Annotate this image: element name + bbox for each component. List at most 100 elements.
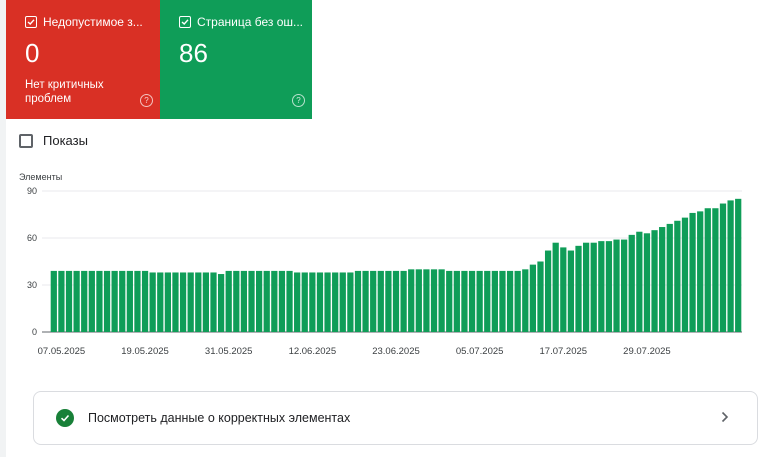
- chart-bar[interactable]: [476, 270, 483, 332]
- chart-bar[interactable]: [643, 233, 651, 332]
- chart-bar[interactable]: [187, 272, 194, 332]
- chart-bar[interactable]: [400, 270, 407, 332]
- chart-bar[interactable]: [179, 272, 187, 332]
- chart-bar[interactable]: [309, 272, 316, 332]
- chart-bar[interactable]: [689, 212, 696, 332]
- chart-bar[interactable]: [575, 245, 582, 332]
- chart-bar[interactable]: [256, 270, 263, 332]
- chart-bar[interactable]: [659, 227, 666, 332]
- chart-bar[interactable]: [370, 270, 377, 332]
- chart-bar[interactable]: [446, 270, 453, 332]
- chart-bar[interactable]: [392, 270, 400, 332]
- chart-bar[interactable]: [278, 270, 286, 332]
- chart-bar[interactable]: [468, 270, 476, 332]
- chart-bar[interactable]: [263, 270, 270, 332]
- chart-bar[interactable]: [651, 230, 658, 332]
- impressions-toggle[interactable]: Показы: [19, 133, 88, 148]
- chart-bar[interactable]: [271, 270, 278, 332]
- chart-bar[interactable]: [484, 270, 491, 332]
- chart-bar[interactable]: [119, 270, 126, 332]
- chart-bar[interactable]: [50, 270, 57, 332]
- chart-bar[interactable]: [681, 217, 689, 332]
- chart-bar[interactable]: [719, 203, 727, 332]
- chart-bar[interactable]: [674, 220, 681, 332]
- chart-bar[interactable]: [157, 272, 164, 332]
- chart-bar[interactable]: [332, 272, 339, 332]
- view-valid-items-link[interactable]: Посмотреть данные о корректных элементах: [33, 391, 758, 445]
- chart-bar[interactable]: [514, 270, 521, 332]
- checkbox-checked-icon[interactable]: [25, 16, 37, 28]
- chart-bar[interactable]: [529, 264, 536, 332]
- chart-bar[interactable]: [697, 211, 704, 332]
- chart-bar[interactable]: [210, 272, 217, 332]
- chart-bar[interactable]: [202, 272, 210, 332]
- chart-bar[interactable]: [613, 239, 620, 332]
- chart-bar[interactable]: [491, 270, 498, 332]
- chart-bar[interactable]: [81, 270, 88, 332]
- chart-bar[interactable]: [415, 269, 422, 332]
- chart-bar[interactable]: [96, 270, 103, 332]
- chart-bar[interactable]: [560, 247, 567, 332]
- chart-bar[interactable]: [567, 250, 575, 332]
- chart-bar[interactable]: [240, 270, 248, 332]
- invalid-card[interactable]: Недопустимое з... 0 Нет критичных пробле…: [6, 0, 160, 119]
- chart-bar[interactable]: [134, 270, 141, 332]
- chart-bar[interactable]: [195, 272, 202, 332]
- chart-bar[interactable]: [324, 272, 331, 332]
- chart-bar[interactable]: [339, 272, 346, 332]
- chart-bar[interactable]: [377, 270, 384, 332]
- chart-bar[interactable]: [225, 270, 232, 332]
- chart-bar[interactable]: [666, 223, 673, 332]
- impressions-checkbox[interactable]: [19, 133, 33, 148]
- chart-bar[interactable]: [453, 270, 460, 332]
- chart-bar[interactable]: [735, 198, 742, 332]
- chart-bar[interactable]: [88, 270, 95, 332]
- chart-bar[interactable]: [164, 272, 171, 332]
- chart-bar[interactable]: [552, 242, 559, 332]
- chart-bar[interactable]: [544, 250, 552, 332]
- chart-bar[interactable]: [582, 242, 590, 332]
- chart-bar[interactable]: [347, 272, 354, 332]
- chart-bar[interactable]: [598, 241, 605, 332]
- chart-bar[interactable]: [712, 208, 719, 332]
- chart-bar[interactable]: [499, 270, 506, 332]
- chart-bar[interactable]: [438, 269, 445, 332]
- chart-bar[interactable]: [621, 239, 628, 332]
- chart-bar[interactable]: [385, 270, 392, 332]
- chart-bar[interactable]: [217, 274, 225, 332]
- chart-bar[interactable]: [506, 270, 514, 332]
- chevron-right-icon[interactable]: [721, 410, 729, 426]
- chart-bar[interactable]: [628, 234, 635, 332]
- chart-bar[interactable]: [461, 270, 468, 332]
- chart-bar[interactable]: [65, 270, 73, 332]
- chart-bar[interactable]: [636, 231, 643, 332]
- chart-bar[interactable]: [248, 270, 255, 332]
- chart-bar[interactable]: [362, 270, 369, 332]
- chart-bar[interactable]: [316, 272, 324, 332]
- checkbox-checked-icon[interactable]: [179, 16, 191, 28]
- chart-bar[interactable]: [58, 270, 65, 332]
- chart-bar[interactable]: [423, 269, 430, 332]
- chart-bar[interactable]: [111, 270, 118, 332]
- chart-bar[interactable]: [103, 270, 111, 332]
- chart-bar[interactable]: [294, 272, 301, 332]
- chart-bar[interactable]: [430, 269, 438, 332]
- chart-bar[interactable]: [537, 261, 544, 333]
- chart-bar[interactable]: [149, 272, 156, 332]
- chart-bar[interactable]: [233, 270, 240, 332]
- chart-bar[interactable]: [301, 272, 308, 332]
- chart-bar[interactable]: [727, 200, 734, 332]
- chart-bar[interactable]: [126, 270, 133, 332]
- chart-bar[interactable]: [286, 270, 293, 332]
- chart-bar[interactable]: [605, 241, 613, 332]
- chart-bar[interactable]: [172, 272, 179, 332]
- chart-bar[interactable]: [590, 242, 597, 332]
- help-icon[interactable]: ?: [140, 94, 153, 107]
- valid-card[interactable]: Страница без ош... 86 ?: [160, 0, 312, 119]
- chart-bar[interactable]: [522, 269, 529, 332]
- chart-bar[interactable]: [141, 270, 149, 332]
- chart-bar[interactable]: [354, 270, 362, 332]
- chart-bar[interactable]: [408, 269, 415, 332]
- chart-bar[interactable]: [704, 208, 711, 332]
- chart-bar[interactable]: [73, 270, 80, 332]
